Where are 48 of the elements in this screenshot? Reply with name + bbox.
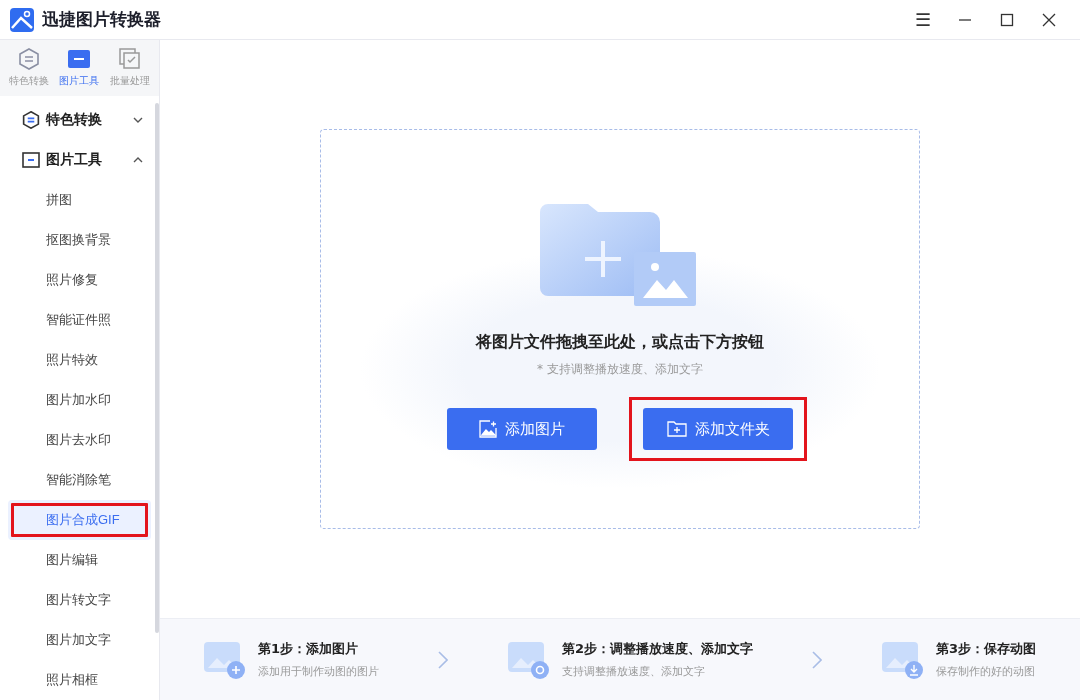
close-icon xyxy=(1042,12,1056,27)
nav-item[interactable]: 照片修复 xyxy=(8,260,151,300)
nav-item[interactable]: 图片合成GIF xyxy=(8,500,151,540)
nav-item[interactable]: 图片编辑 xyxy=(8,540,151,580)
nav-item[interactable]: 拼图 xyxy=(8,180,151,220)
checkbox-stack-icon xyxy=(118,48,141,70)
add-image-button[interactable]: 添加图片 xyxy=(447,408,597,450)
nav-item[interactable]: 智能消除笔 xyxy=(8,460,151,500)
drop-heading: 将图片文件拖拽至此处，或点击下方按钮 xyxy=(476,332,764,353)
image-tool-icon xyxy=(67,48,92,70)
menu-button[interactable]: ☰ xyxy=(902,0,944,40)
chevron-up-icon xyxy=(133,157,143,163)
nav-group[interactable]: 图片工具 xyxy=(8,140,151,180)
image-plus-icon xyxy=(479,420,497,438)
nav-item[interactable]: 图片加文字 xyxy=(8,620,151,660)
minimize-icon xyxy=(958,18,972,21)
nav-item[interactable]: 抠图换背景 xyxy=(8,220,151,260)
hexagon-arrows-icon xyxy=(22,111,40,129)
hexagon-arrows-icon xyxy=(18,48,41,70)
step-title: 第3步：保存动图 xyxy=(935,640,1036,658)
folder-plus-icon xyxy=(666,421,687,437)
maximize-icon xyxy=(1000,12,1014,27)
image-gear-icon xyxy=(507,639,550,680)
step-title: 第1步：添加图片 xyxy=(258,640,360,658)
scrollbar[interactable] xyxy=(155,103,159,633)
add-folder-button[interactable]: 添加文件夹 xyxy=(643,408,793,450)
nav-item[interactable]: 照片特效 xyxy=(8,340,151,380)
chevron-down-icon xyxy=(133,117,143,123)
nav-item[interactable]: 图片加水印 xyxy=(8,380,151,420)
step-description: 支持调整播放速度、添加文字 xyxy=(561,664,706,679)
app-logo-icon xyxy=(10,7,34,32)
mode-tab[interactable]: 图片工具 xyxy=(54,48,105,88)
nav-group[interactable]: 特色转换 xyxy=(8,100,151,140)
window-title: 迅捷图片转换器 xyxy=(42,8,162,31)
nav-item[interactable]: 照片相框 xyxy=(8,660,151,700)
nav-item[interactable]: 图片去水印 xyxy=(8,420,151,460)
step-title: 第2步：调整播放速度、添加文字 xyxy=(561,640,753,658)
step-description: 添加用于制作动图的图片 xyxy=(258,664,379,679)
nav-item[interactable]: 智能证件照 xyxy=(8,300,151,340)
nav-item[interactable]: 图片转文字 xyxy=(8,580,151,620)
chevron-right-icon xyxy=(438,650,449,669)
step-description: 保存制作的好的动图 xyxy=(935,664,1036,679)
drop-zone[interactable]: 将图片文件拖拽至此处，或点击下方按钮 * 支持调整播放速度、添加文字 添加图片 添加文件夹 xyxy=(320,129,920,529)
image-tool-icon xyxy=(22,152,40,168)
image-add-icon xyxy=(204,639,246,680)
drop-hint: * 支持调整播放速度、添加文字 xyxy=(537,361,703,378)
chevron-right-icon xyxy=(812,650,823,669)
image-download-icon xyxy=(881,639,924,680)
